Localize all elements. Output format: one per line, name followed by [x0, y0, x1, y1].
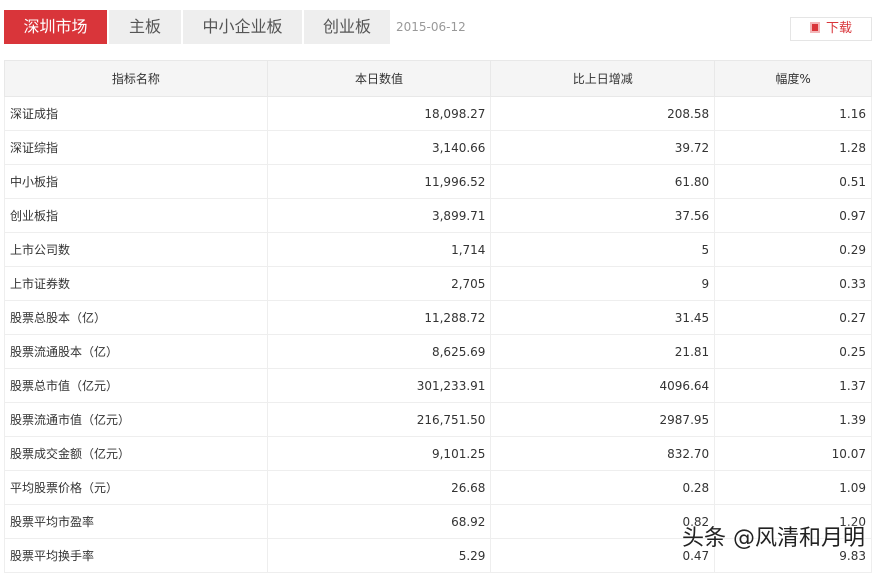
table-row: 股票流通股本（亿） 8,625.69 21.81 0.25 [4, 334, 872, 369]
change-value: 31.45 [490, 300, 716, 335]
today-value: 68.92 [266, 504, 492, 539]
table-row: 创业板指 3,899.71 37.56 0.97 [4, 198, 872, 233]
change-percent: 1.09 [714, 470, 872, 505]
today-value: 9,101.25 [266, 436, 492, 471]
change-value: 4096.64 [490, 368, 716, 403]
table-header: 指标名称 本日数值 比上日增减 幅度% [4, 60, 872, 97]
today-value: 301,233.91 [266, 368, 492, 403]
indicator-name: 股票平均换手率 [4, 538, 268, 573]
change-percent: 1.28 [714, 130, 872, 165]
change-value: 39.72 [490, 130, 716, 165]
change-value: 61.80 [490, 164, 716, 199]
change-percent: 0.51 [714, 164, 872, 199]
indicator-name: 股票流通股本（亿） [4, 334, 268, 369]
change-value: 9 [490, 266, 716, 301]
today-value: 26.68 [266, 470, 492, 505]
change-percent: 0.27 [714, 300, 872, 335]
table-row: 股票流通市值（亿元） 216,751.50 2987.95 1.39 [4, 402, 872, 437]
indicator-name: 股票流通市值（亿元） [4, 402, 268, 437]
tab-main-board[interactable]: 主板 [109, 10, 181, 44]
today-value: 11,288.72 [266, 300, 492, 335]
change-value: 832.70 [490, 436, 716, 471]
change-percent: 0.29 [714, 232, 872, 267]
col-header: 指标名称 [4, 60, 268, 97]
indicator-name: 股票总市值（亿元） [4, 368, 268, 403]
market-table: 指标名称 本日数值 比上日增减 幅度% 深证成指 18,098.27 208.58 1… [4, 60, 872, 573]
tab-chinext-board[interactable]: 创业板 [304, 10, 390, 44]
change-value: 21.81 [490, 334, 716, 369]
today-value: 11,996.52 [266, 164, 492, 199]
download-label: 下载 [825, 21, 852, 36]
today-value: 5.29 [266, 538, 492, 573]
table-row: 深证综指 3,140.66 39.72 1.28 [4, 130, 872, 165]
today-value: 1,714 [266, 232, 492, 267]
indicator-name: 股票成交金额（亿元） [4, 436, 268, 471]
table-row: 上市证券数 2,705 9 0.33 [4, 266, 872, 301]
today-value: 18,098.27 [266, 96, 492, 131]
indicator-name: 深证综指 [4, 130, 268, 165]
indicator-name: 股票平均市盈率 [4, 504, 268, 539]
today-value: 3,140.66 [266, 130, 492, 165]
change-value: 2987.95 [490, 402, 716, 437]
today-value: 8,625.69 [266, 334, 492, 369]
document-icon [809, 22, 820, 33]
market-tabs: 深圳市场 主板 中小企业板 创业板 [4, 10, 392, 44]
change-percent: 0.25 [714, 334, 872, 369]
change-percent: 1.37 [714, 368, 872, 403]
indicator-name: 上市公司数 [4, 232, 268, 267]
indicator-name: 股票总股本（亿） [4, 300, 268, 335]
table-row: 深证成指 18,098.27 208.58 1.16 [4, 96, 872, 131]
tab-sme-board[interactable]: 中小企业板 [183, 10, 302, 44]
change-value: 208.58 [490, 96, 716, 131]
table-row: 股票总市值（亿元） 301,233.91 4096.64 1.37 [4, 368, 872, 403]
today-value: 3,899.71 [266, 198, 492, 233]
change-percent: 10.07 [714, 436, 872, 471]
table-row: 中小板指 11,996.52 61.80 0.51 [4, 164, 872, 199]
indicator-name: 中小板指 [4, 164, 268, 199]
table-row: 股票成交金额（亿元） 9,101.25 832.70 10.07 [4, 436, 872, 471]
indicator-name: 创业板指 [4, 198, 268, 233]
col-header: 比上日增减 [490, 60, 716, 97]
col-header: 幅度% [714, 60, 872, 97]
indicator-name: 深证成指 [4, 96, 268, 131]
change-value: 5 [490, 232, 716, 267]
today-value: 2,705 [266, 266, 492, 301]
table-row: 平均股票价格（元） 26.68 0.28 1.09 [4, 470, 872, 505]
table-row: 股票总股本（亿） 11,288.72 31.45 0.27 [4, 300, 872, 335]
watermark: 头条 @风清和月明 [682, 526, 865, 551]
col-header: 本日数值 [266, 60, 492, 97]
table-row: 上市公司数 1,714 5 0.29 [4, 232, 872, 267]
indicator-name: 上市证券数 [4, 266, 268, 301]
today-value: 216,751.50 [266, 402, 492, 437]
indicator-name: 平均股票价格（元） [4, 470, 268, 505]
change-percent: 0.33 [714, 266, 872, 301]
change-percent: 0.97 [714, 198, 872, 233]
tab-shenzhen-market[interactable]: 深圳市场 [4, 10, 107, 44]
download-button[interactable]: 下载 [790, 17, 872, 41]
change-value: 0.28 [490, 470, 716, 505]
change-percent: 1.39 [714, 402, 872, 437]
change-value: 37.56 [490, 198, 716, 233]
change-percent: 1.16 [714, 96, 872, 131]
date-label: 2015-06-12 [396, 20, 466, 34]
